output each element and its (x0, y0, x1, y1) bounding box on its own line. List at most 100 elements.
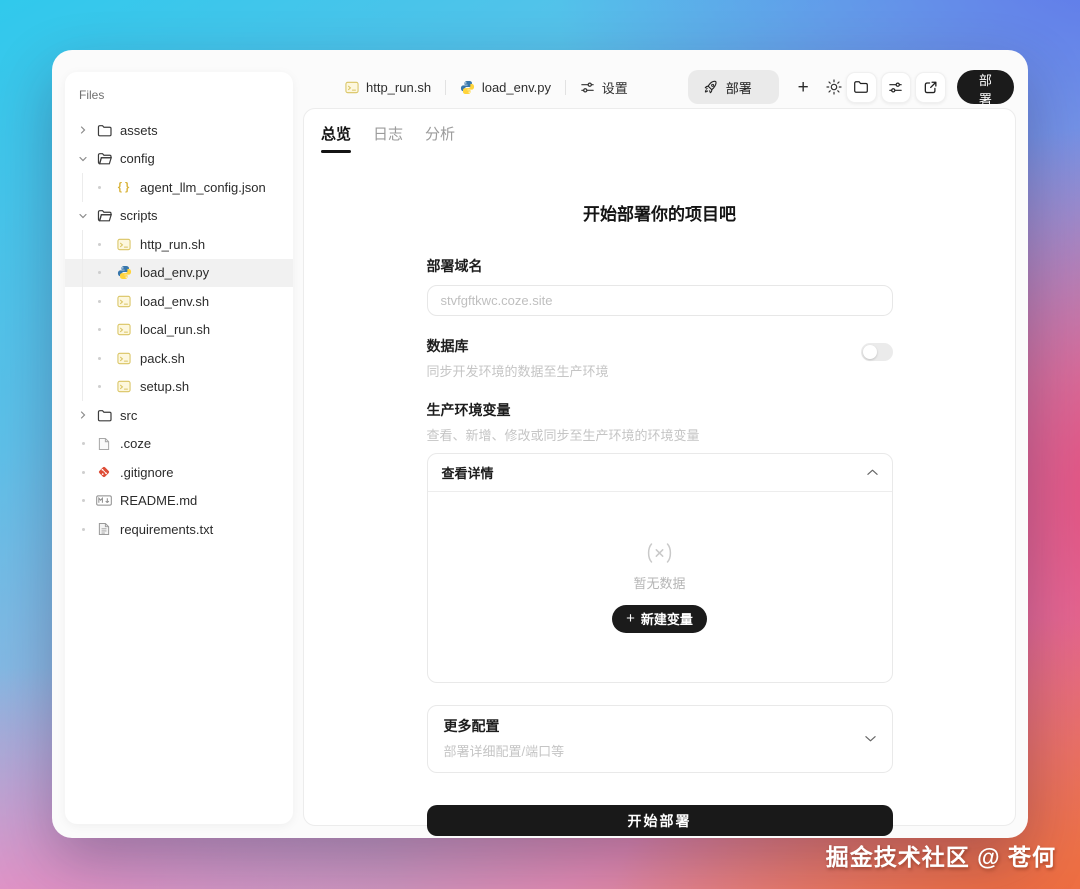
chevron-down-icon (75, 212, 91, 220)
subtab-logs[interactable]: 日志 (373, 123, 403, 153)
file-label: setup.sh (140, 379, 189, 394)
env-vars-detail-panel: 查看详情 暂无数据 + 新建变量 (427, 453, 893, 683)
modified-dot-icon (95, 243, 103, 246)
new-variable-button[interactable]: + 新建变量 (612, 605, 707, 633)
folder-icon (95, 124, 113, 137)
toolbar-right-group: 部署 (846, 70, 1014, 104)
folder-icon (853, 80, 869, 94)
python-file-icon (115, 265, 133, 280)
chevron-down-icon (75, 155, 91, 163)
empty-text: 暂无数据 (633, 573, 685, 592)
new-variable-label: 新建变量 (641, 609, 693, 628)
tree-item-load-env-sh[interactable]: load_env.sh (65, 287, 293, 316)
database-description: 同步开发环境的数据至生产环境 (427, 361, 609, 380)
tune-settings-button[interactable] (881, 72, 912, 103)
tree-item-http-run-sh[interactable]: http_run.sh (65, 230, 293, 259)
shell-file-icon (115, 295, 133, 308)
modified-dot-icon (75, 471, 91, 474)
tree-item-pack-sh[interactable]: pack.sh (65, 344, 293, 373)
modified-dot-icon (75, 528, 91, 531)
toggle-knob (863, 345, 877, 359)
file-label: load_env.sh (140, 294, 209, 309)
tab-deploy-active[interactable]: 部署 (688, 70, 779, 104)
file-label: README.md (120, 493, 197, 508)
file-icon (95, 437, 113, 451)
database-label: 数据库 (427, 336, 609, 356)
database-texts: 数据库 同步开发环境的数据至生产环境 (427, 336, 609, 380)
external-link-icon (923, 80, 938, 95)
deploy-form: 开始部署你的项目吧 部署域名 数据库 同步开发环境的数据至生产环境 生产环境变量… (427, 200, 893, 836)
tab-label: 设置 (602, 78, 628, 97)
tree-item-local-run-sh[interactable]: local_run.sh (65, 316, 293, 345)
modified-dot-icon (95, 300, 103, 303)
subtab-overview[interactable]: 总览 (321, 123, 351, 153)
plus-icon: + (798, 78, 809, 97)
tree-item-setup-sh[interactable]: setup.sh (65, 373, 293, 402)
file-label: local_run.sh (140, 322, 210, 337)
open-folder-button[interactable] (846, 72, 877, 103)
page-title: 开始部署你的项目吧 (427, 200, 893, 225)
tab-load-env-py[interactable]: load_env.py (446, 80, 565, 95)
tab-http-run-sh[interactable]: http_run.sh (331, 80, 445, 95)
tune-sliders-icon (888, 80, 903, 95)
modified-dot-icon (95, 328, 103, 331)
sun-icon (826, 79, 842, 95)
file-label: assets (120, 123, 158, 138)
env-vars-description: 查看、新增、修改或同步至生产环境的环境变量 (427, 425, 893, 444)
app-window: Files assets config { } agent_llm_config… (52, 50, 1028, 838)
shell-file-icon (115, 238, 133, 251)
tree-item-gitignore[interactable]: .gitignore (65, 458, 293, 487)
modified-dot-icon (95, 385, 103, 388)
more-config-description: 部署详细配置/端口等 (444, 741, 565, 760)
settings-sliders-icon (580, 80, 595, 95)
tree-item-agent-llm-config-json[interactable]: { } agent_llm_config.json (65, 173, 293, 202)
plus-icon: + (626, 611, 635, 626)
tree-item-requirements-txt[interactable]: requirements.txt (65, 515, 293, 544)
modified-dot-icon (95, 271, 103, 274)
file-label: http_run.sh (140, 237, 205, 252)
chevron-up-icon (867, 469, 878, 476)
tree-item-src[interactable]: src (65, 401, 293, 430)
more-config-label: 更多配置 (444, 716, 565, 736)
detail-header-label: 查看详情 (442, 463, 494, 482)
file-label: .coze (120, 436, 151, 451)
tree-item-config[interactable]: config (65, 145, 293, 174)
shell-file-icon (115, 352, 133, 365)
shell-file-icon (345, 81, 359, 94)
start-deploy-button[interactable]: 开始部署 (427, 805, 893, 836)
theme-toggle-button[interactable] (823, 72, 846, 102)
tab-settings[interactable]: 设置 (566, 78, 642, 97)
more-config-texts: 更多配置 部署详细配置/端口等 (444, 716, 565, 760)
no-data-icon (646, 542, 673, 564)
detail-panel-header[interactable]: 查看详情 (428, 454, 892, 492)
new-tab-button[interactable]: + (792, 72, 815, 102)
python-file-icon (460, 80, 475, 95)
tree-item-coze[interactable]: .coze (65, 430, 293, 459)
deploy-panel: 总览 日志 分析 开始部署你的项目吧 部署域名 数据库 同步开发环境的数据至生产… (303, 108, 1016, 826)
editor-tabbar: http_run.sh load_env.py 设置 部署 + (303, 68, 1014, 106)
tree-item-readme-md[interactable]: README.md (65, 487, 293, 516)
tab-label: load_env.py (482, 80, 551, 95)
folder-icon (95, 409, 113, 422)
open-external-button[interactable] (915, 72, 946, 103)
tree-item-load-env-py[interactable]: load_env.py (65, 259, 293, 288)
rocket-icon (703, 80, 718, 95)
tab-label: http_run.sh (366, 80, 431, 95)
domain-input[interactable] (427, 285, 893, 316)
tree-item-scripts[interactable]: scripts (65, 202, 293, 231)
deploy-button[interactable]: 部署 (957, 70, 1014, 104)
deploy-subtabs: 总览 日志 分析 (304, 109, 1015, 153)
json-file-icon: { } (115, 181, 133, 193)
tree-item-assets[interactable]: assets (65, 116, 293, 145)
files-header: Files (65, 88, 293, 116)
database-row: 数据库 同步开发环境的数据至生产环境 (427, 336, 893, 380)
database-sync-toggle[interactable] (861, 343, 893, 361)
chevron-right-icon (75, 411, 91, 419)
modified-dot-icon (75, 442, 91, 445)
watermark-text: 掘金技术社区 @ 苍何 (826, 838, 1056, 872)
domain-label: 部署域名 (427, 256, 893, 276)
more-config-card[interactable]: 更多配置 部署详细配置/端口等 (427, 705, 893, 773)
file-label: .gitignore (120, 465, 173, 480)
subtab-analytics[interactable]: 分析 (425, 123, 455, 153)
markdown-file-icon (95, 495, 113, 506)
